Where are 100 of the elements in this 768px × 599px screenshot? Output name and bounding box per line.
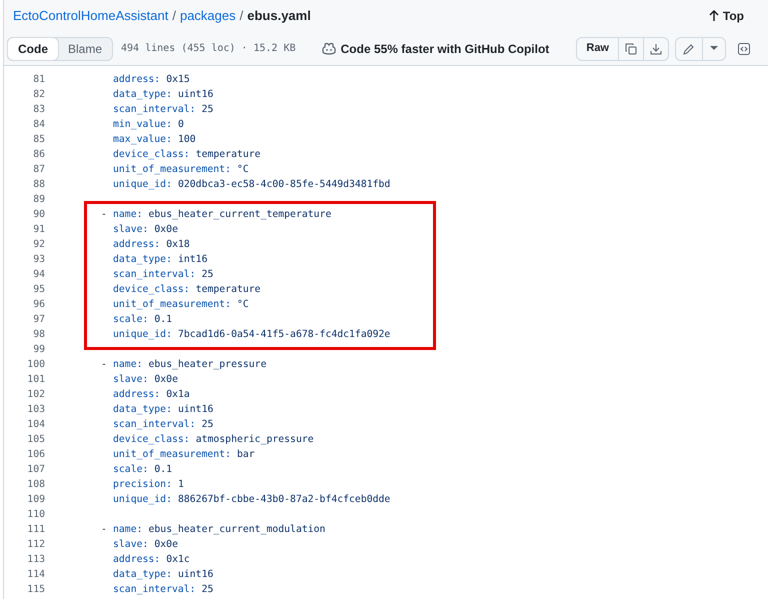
line-number: 91	[32, 223, 45, 238]
copilot-promo[interactable]: Code 55% faster with GitHub Copilot	[340, 40, 550, 58]
list-dash: -	[101, 523, 108, 538]
line-number: 96	[32, 298, 45, 312]
line-number: 84	[32, 118, 45, 132]
yaml-key: scan_interval:	[113, 268, 196, 283]
yaml-value: 0x0e	[154, 538, 178, 552]
line-number: 82	[32, 88, 45, 102]
yaml-value: °C	[236, 298, 249, 312]
line-number: 89	[32, 193, 45, 208]
yaml-key: address:	[113, 238, 160, 253]
line-number: 113	[26, 553, 45, 568]
yaml-key: min_value:	[113, 118, 172, 133]
yaml-value: 25	[202, 583, 214, 598]
line-number: 108	[26, 478, 45, 492]
line-number: 87	[32, 163, 45, 178]
yaml-key: unique_id:	[113, 493, 172, 508]
yaml-value: 0.1	[154, 463, 172, 478]
yaml-value: bar	[236, 448, 255, 462]
breadcrumb-link[interactable]: EctoControlHomeAssistant	[13, 6, 168, 26]
line-number: 86	[32, 148, 45, 162]
copilot-icon	[322, 42, 336, 55]
top-link[interactable]: Top	[708, 7, 744, 25]
yaml-key: name:	[113, 208, 142, 223]
line-number: 85	[32, 133, 45, 148]
yaml-value: 0x18	[166, 238, 190, 252]
breadcrumb-link[interactable]: packages	[180, 6, 236, 26]
list-dash: -	[101, 208, 108, 222]
yaml-key: device_class:	[113, 433, 190, 448]
line-number: 97	[32, 313, 45, 328]
line-number: 109	[26, 493, 45, 508]
yaml-key: unit_of_measurement:	[113, 298, 231, 313]
download-icon	[650, 42, 662, 54]
line-number: 105	[26, 433, 45, 448]
yaml-key: slave:	[113, 223, 148, 238]
line-number: 112	[26, 538, 45, 552]
yaml-value: 0	[178, 118, 184, 132]
line-number: 90	[32, 208, 45, 222]
yaml-key: scan_interval:	[113, 583, 196, 598]
yaml-key: data_type:	[113, 88, 172, 103]
yaml-key: address:	[113, 73, 160, 88]
yaml-value: ebus_heater_current_modulation	[148, 523, 326, 538]
yaml-value: °C	[236, 163, 249, 178]
yaml-value: ebus_heater_current_temperature	[148, 208, 332, 222]
yaml-key: name:	[113, 358, 142, 373]
code-icon	[738, 42, 750, 54]
yaml-value: 25	[202, 103, 214, 118]
yaml-value: 0x0e	[154, 373, 178, 388]
yaml-value: 7bcad1d6-0a54-41f5-a678-fc4dc1fa092e	[178, 328, 390, 342]
yaml-value: 1	[178, 478, 184, 492]
yaml-key: name:	[113, 523, 142, 538]
yaml-value: 886267bf-cbbe-43b0-87a2-bf4cfceb0dde	[178, 493, 390, 508]
breadcrumb-separator: /	[240, 7, 244, 26]
yaml-key: device_class:	[113, 283, 190, 298]
yaml-key: scan_interval:	[113, 418, 196, 433]
yaml-key: unit_of_measurement:	[113, 448, 231, 463]
line-number: 101	[26, 373, 45, 388]
yaml-value: uint16	[178, 88, 214, 102]
line-number: 94	[32, 268, 45, 282]
line-number: 93	[32, 253, 45, 268]
line-number: 110	[26, 508, 45, 522]
yaml-value: 0.1	[154, 313, 172, 328]
line-number: 81	[32, 73, 45, 88]
yaml-value: uint16	[178, 568, 214, 582]
yaml-value: 25	[202, 418, 214, 432]
yaml-value: 100	[178, 133, 196, 148]
line-number: 104	[26, 418, 45, 432]
line-number: 95	[32, 283, 45, 298]
line-number: 107	[26, 463, 45, 478]
yaml-key: address:	[113, 388, 160, 403]
view-tab[interactable]: Code	[7, 36, 59, 60]
pencil-icon	[683, 42, 695, 54]
yaml-key: precision:	[113, 478, 172, 493]
copy-icon	[625, 42, 637, 54]
caret-icon	[710, 46, 718, 51]
yaml-key: data_type:	[113, 568, 172, 583]
line-number: 83	[32, 103, 45, 118]
yaml-key: max_value:	[113, 133, 172, 148]
view-tab[interactable]: Blame	[58, 38, 112, 60]
yaml-value: 0x0e	[154, 223, 178, 238]
yaml-key: unit_of_measurement:	[113, 163, 231, 178]
yaml-key: data_type:	[113, 403, 172, 418]
yaml-value: ebus_heater_pressure	[148, 358, 266, 372]
line-number: 111	[26, 523, 45, 538]
yaml-value: 0x15	[166, 73, 190, 88]
yaml-key: slave:	[113, 538, 148, 553]
file-name: ebus.yaml	[247, 7, 311, 26]
yaml-value: temperature	[196, 283, 261, 298]
file-info: 494 lines (455 loc) · 15.2 KB	[121, 42, 296, 56]
line-number: 114	[26, 568, 45, 582]
yaml-value: uint16	[178, 403, 214, 418]
yaml-value: atmospheric_pressure	[196, 433, 314, 448]
line-number: 92	[32, 238, 45, 252]
yaml-value: 25	[202, 268, 214, 282]
line-number: 98	[32, 328, 45, 342]
line-number: 115	[26, 583, 45, 598]
yaml-key: scan_interval:	[113, 103, 196, 118]
yaml-key: data_type:	[113, 253, 172, 268]
breadcrumb-separator: /	[172, 7, 176, 26]
yaml-value: 0x1a	[166, 388, 190, 402]
